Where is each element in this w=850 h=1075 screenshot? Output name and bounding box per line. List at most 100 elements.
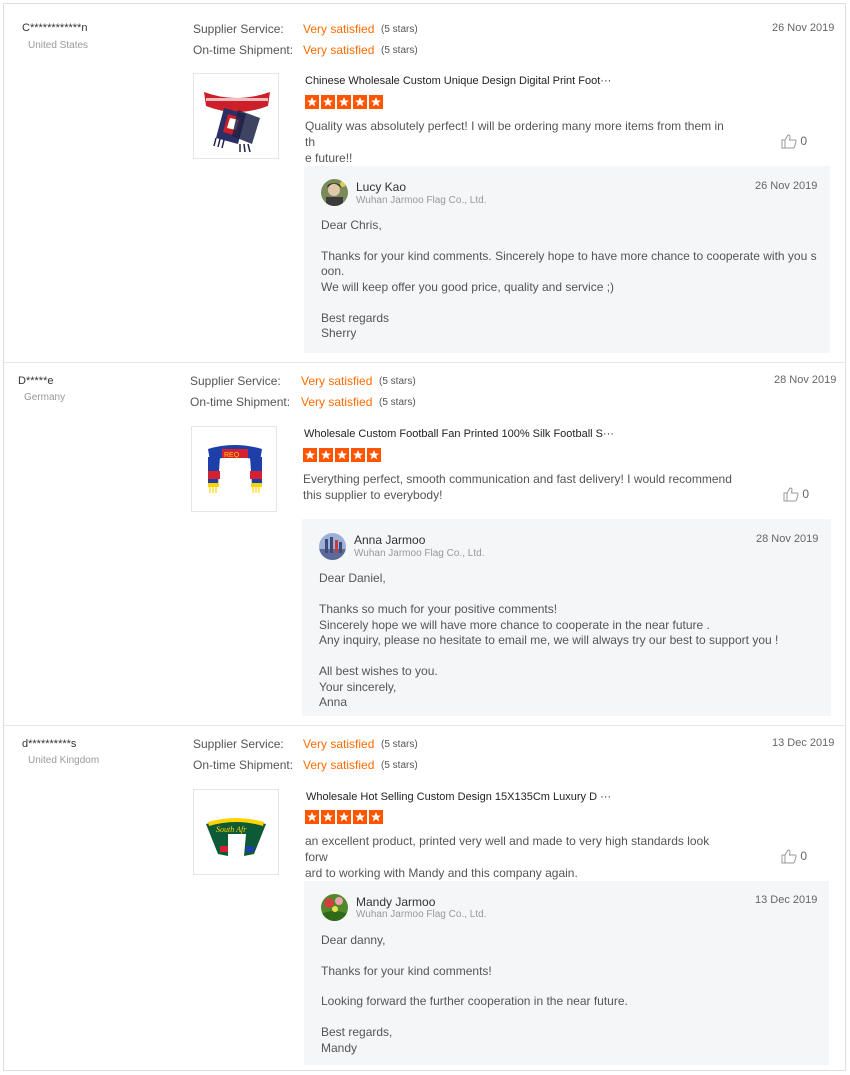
ontime-shipment-label: On-time Shipment: [193, 43, 294, 57]
star-icon [353, 810, 367, 824]
comment-line: an excellent product, printed very well … [305, 834, 710, 864]
buyer-country: United States [28, 40, 89, 51]
reply-line: Sherry [321, 326, 357, 340]
supplier-reply: Mandy Jarmoo Wuhan Jarmoo Flag Co., Ltd.… [304, 881, 829, 1065]
buyer-country: Germany [24, 392, 66, 403]
review-divider [4, 725, 846, 726]
thumbs-up-icon [783, 487, 799, 502]
reply-date: 28 Nov 2019 [756, 533, 819, 545]
review-comment: Quality was absolutely perfect! I will b… [305, 118, 735, 166]
star-icon [337, 810, 351, 824]
like-count: 0 [800, 134, 808, 148]
supplier-service-stars: (5 stars) [381, 739, 418, 750]
reply-company: Wuhan Jarmoo Flag Co., Ltd. [354, 548, 485, 559]
avatar [319, 533, 346, 560]
supplier-service-stars: (5 stars) [381, 24, 418, 35]
ontime-shipment-stars: (5 stars) [381, 45, 418, 56]
buyer-name: D*****e [18, 375, 54, 387]
star-icon [305, 810, 319, 824]
avatar [321, 894, 348, 921]
review-comment: an excellent product, printed very well … [305, 833, 735, 881]
supplier-service-stars: (5 stars) [379, 376, 416, 387]
reply-line: Sincerely hope we will have more chance … [319, 618, 710, 632]
buyer-name: d**********s [22, 738, 77, 750]
supplier-service-value: Very satisfied [301, 374, 373, 388]
product-thumbnail[interactable]: REQ [191, 426, 277, 512]
like-button[interactable]: 0 [783, 487, 809, 502]
reply-line: oon. [321, 264, 345, 278]
reply-line: Thanks for your kind comments! [321, 964, 492, 978]
reply-line: We will keep offer you good price, quali… [321, 280, 615, 294]
star-icon [367, 448, 381, 462]
star-icon [353, 95, 367, 109]
supplier-service-label: Supplier Service: [193, 737, 284, 751]
star-icon [369, 810, 383, 824]
star-icon [319, 448, 333, 462]
comment-line: Everything perfect, smooth communication… [303, 472, 732, 486]
reply-line: Mandy [321, 1041, 358, 1055]
ontime-shipment-stars: (5 stars) [379, 397, 416, 408]
star-icon [337, 95, 351, 109]
reply-author-name: Anna Jarmoo [354, 533, 426, 547]
reply-line: Dear Chris, [321, 218, 382, 232]
star-icon [335, 448, 349, 462]
comment-line: Quality was absolutely perfect! I will b… [305, 119, 724, 149]
product-rating [305, 95, 385, 111]
star-icon [303, 448, 317, 462]
product-rating [305, 810, 385, 826]
reply-line: Best regards, [321, 1025, 393, 1039]
reply-date: 13 Dec 2019 [755, 894, 818, 906]
ontime-shipment-label: On-time Shipment: [193, 758, 294, 772]
comment-line: ard to working with Mandy and this compa… [305, 866, 578, 880]
star-icon [321, 95, 335, 109]
thumbs-up-icon [781, 134, 797, 149]
review-date: 26 Nov 2019 [772, 22, 835, 34]
supplier-reply: Lucy Kao Wuhan Jarmoo Flag Co., Ltd. 26 … [304, 166, 830, 353]
avatar [321, 179, 348, 206]
reply-line: Thanks for your kind comments. Sincerely… [321, 249, 817, 263]
supplier-service-label: Supplier Service: [190, 374, 281, 388]
star-icon [305, 95, 319, 109]
product-rating [303, 448, 383, 464]
product-thumbnail[interactable]: South Afr [193, 789, 279, 875]
comment-line: this supplier to everybody! [303, 488, 443, 502]
reply-author-name: Lucy Kao [356, 180, 407, 194]
review-date: 13 Dec 2019 [772, 737, 835, 749]
reply-author-name: Mandy Jarmoo [356, 895, 436, 909]
ontime-shipment-label: On-time Shipment: [190, 395, 291, 409]
review-comment: Everything perfect, smooth communication… [303, 471, 733, 503]
svg-text:South Afr: South Afr [216, 825, 247, 834]
comment-line: e future!! [305, 151, 353, 165]
reply-line: Dear Daniel, [319, 571, 386, 585]
buyer-country: United Kingdom [28, 755, 100, 766]
star-icon [351, 448, 365, 462]
reply-line: Any inquiry, please no hesitate to email… [319, 633, 779, 647]
ontime-shipment-stars: (5 stars) [381, 760, 418, 771]
svg-text:REQ: REQ [224, 452, 240, 459]
reply-line: Your sincerely, [319, 680, 397, 694]
like-count: 0 [800, 849, 808, 863]
thumbs-up-icon [781, 849, 797, 864]
reply-line: Best regards [321, 311, 390, 325]
product-title-link[interactable]: Chinese Wholesale Custom Unique Design D… [305, 75, 611, 87]
review-date: 28 Nov 2019 [774, 374, 837, 386]
product-title-link[interactable]: Wholesale Custom Football Fan Printed 10… [304, 428, 614, 440]
ontime-shipment-value: Very satisfied [303, 758, 375, 772]
reply-date: 26 Nov 2019 [755, 180, 818, 192]
reply-company: Wuhan Jarmoo Flag Co., Ltd. [356, 909, 487, 920]
buyer-name: C************n [22, 22, 88, 34]
reply-line: Anna [319, 695, 348, 709]
like-button[interactable]: 0 [781, 849, 807, 864]
ontime-shipment-value: Very satisfied [301, 395, 373, 409]
product-title-link[interactable]: Wholesale Hot Selling Custom Design 15X1… [306, 791, 611, 803]
supplier-service-value: Very satisfied [303, 22, 375, 36]
star-icon [321, 810, 335, 824]
reply-line: Thanks so much for your positive comment… [319, 602, 558, 616]
like-button[interactable]: 0 [781, 134, 807, 149]
product-thumbnail[interactable] [193, 73, 279, 159]
reply-line: Dear danny, [321, 933, 386, 947]
supplier-service-label: Supplier Service: [193, 22, 284, 36]
supplier-service-value: Very satisfied [303, 737, 375, 751]
star-icon [369, 95, 383, 109]
review-divider [4, 362, 846, 363]
